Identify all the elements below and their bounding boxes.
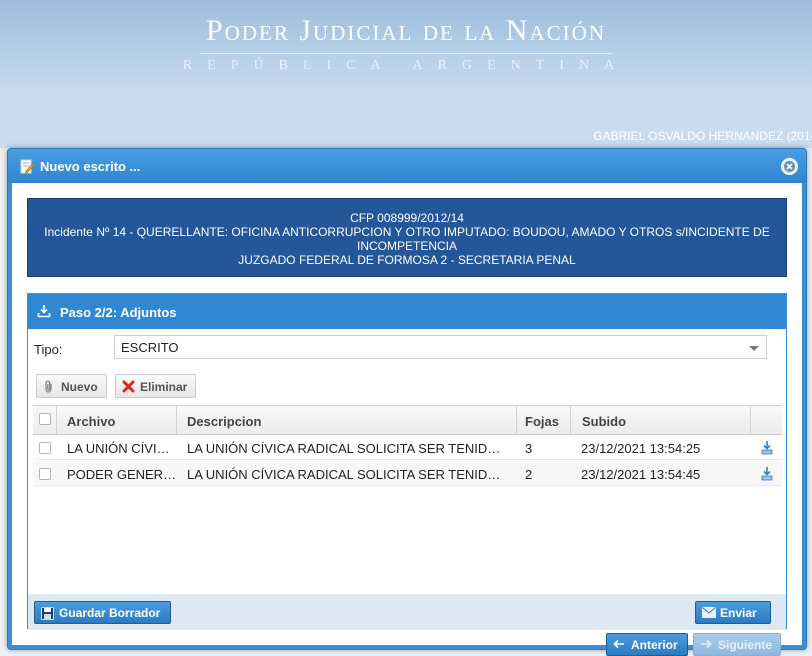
row-fojas: 2 [525,467,533,482]
floppy-disk-icon [41,607,54,620]
case-info-box: CFP 008999/2012/14 Incidente Nº 14 - QUE… [27,198,787,277]
row-checkbox[interactable] [39,442,51,454]
tipo-label: Tipo: [34,342,63,357]
column-header-subido[interactable]: Subido [571,406,751,434]
new-document-dialog: Nuevo escrito ... CFP 008999/2012/14 Inc… [7,148,807,656]
delete-attachment-label: Eliminar [140,380,188,394]
previous-label: Anterior [631,638,678,652]
download-icon[interactable] [761,466,773,484]
previous-button[interactable]: Anterior [606,633,688,656]
close-dialog-button[interactable] [781,158,798,175]
row-descripcion: LA UNIÓN CÍVICA RADICAL SOLICITA SER TEN… [187,441,505,456]
row-archivo: PODER GENERAL [67,467,177,482]
select-all-checkbox[interactable] [39,413,51,425]
save-draft-button[interactable]: Guardar Borrador [34,601,171,624]
download-tray-icon [37,304,51,321]
row-descripcion: LA UNIÓN CÍVICA RADICAL SOLICITA SER TEN… [187,467,505,482]
table-row[interactable]: PODER GENERAL LA UNIÓN CÍVICA RADICAL SO… [33,461,782,486]
site-title: Poder Judicial de la Nación [206,14,606,47]
dialog-body: CFP 008999/2012/14 Incidente Nº 14 - QUE… [12,183,802,656]
next-button[interactable]: Siguiente [693,633,781,656]
arrow-left-icon [613,639,624,649]
document-edit-icon [20,159,34,174]
user-name: GABRIEL OSVALDO HERNANDEZ (20146 [593,129,812,143]
case-court: JUZGADO FEDERAL DE FORMOSA 2 - SECRETARI… [238,253,576,267]
table-row[interactable]: LA UNIÓN CÍVICA RADICAL LA UNIÓN CÍVICA … [33,435,782,460]
dialog-title: Nuevo escrito ... [40,159,141,174]
row-fojas: 3 [525,441,533,456]
paperclip-icon [45,380,52,393]
column-header-descripcion[interactable]: Descripcion [177,406,517,434]
chevron-down-icon [749,346,759,351]
close-icon [784,161,795,172]
row-subido: 23/12/2021 13:54:25 [581,441,701,456]
case-description: Incidente Nº 14 - QUERELLANTE: OFICINA A… [44,225,770,253]
step-header: Paso 2/2: Adjuntos [28,294,786,329]
column-header-actions [751,406,782,434]
site-header: Poder Judicial de la Nación REPÚBLICA AR… [0,0,812,88]
save-draft-label: Guardar Borrador [59,606,161,620]
grid-header: Archivo Descripcion Fojas Subido [33,405,782,435]
row-archivo: LA UNIÓN CÍVICA RADICAL [67,441,177,456]
envelope-icon [702,607,716,618]
delete-attachment-button[interactable]: Eliminar [115,374,196,398]
row-checkbox[interactable] [39,468,51,480]
new-attachment-label: Nuevo [61,380,98,394]
step-title: Paso 2/2: Adjuntos [60,305,177,320]
site-subtitle: REPÚBLICA ARGENTINA [182,58,630,73]
delete-x-icon [122,380,135,393]
column-header-archivo[interactable]: Archivo [57,406,177,434]
download-icon[interactable] [761,440,773,458]
send-button[interactable]: Enviar [695,601,771,624]
tipo-select[interactable]: ESCRITO [114,335,767,359]
step-footer: Guardar Borrador Enviar [28,594,786,630]
column-header-fojas[interactable]: Fojas [517,406,571,434]
row-subido: 23/12/2021 13:54:45 [581,467,701,482]
arrow-right-icon [701,639,712,649]
case-number: CFP 008999/2012/14 [350,211,464,225]
header-rule [200,53,612,54]
next-label: Siguiente [718,638,773,652]
attachments-step-panel: Paso 2/2: Adjuntos Tipo: ESCRITO Nuevo E… [27,293,787,630]
send-label: Enviar [720,606,757,620]
new-attachment-button[interactable]: Nuevo [36,374,107,398]
dialog-titlebar[interactable]: Nuevo escrito ... [8,149,806,183]
select-all-cell [33,406,57,434]
tipo-selected-value: ESCRITO [121,340,179,355]
step-content: Tipo: ESCRITO Nuevo Eliminar Archivo Des… [28,329,786,594]
